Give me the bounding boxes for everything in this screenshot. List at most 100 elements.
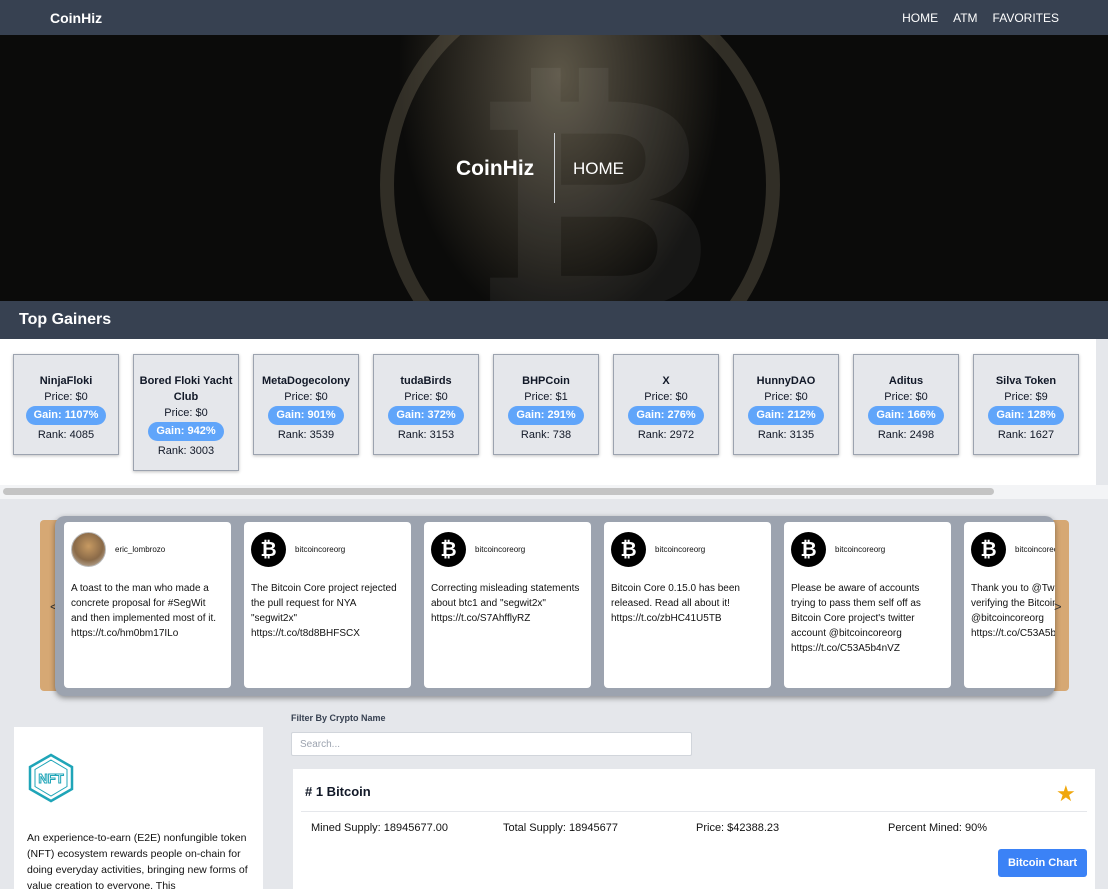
top-gainers-list[interactable]: NinjaFloki Price: $0 Gain: 1107% Rank: 4085… xyxy=(0,339,1096,485)
gainer-gain-wrap: Gain: 1107% xyxy=(17,405,115,427)
gainer-rank: Rank: 4085 xyxy=(37,429,95,441)
gainer-gain-wrap: Gain: 276% xyxy=(617,405,715,427)
gainer-price: Price: $0 xyxy=(764,391,808,403)
tweet-handle[interactable]: bitcoincoreorg xyxy=(475,542,525,557)
bitcoin-logo-icon: ₿ xyxy=(431,532,466,567)
gainer-name: NinjaFloki xyxy=(39,375,93,387)
gainer-gain-wrap: Gain: 372% xyxy=(377,405,475,427)
gainer-gain-wrap: Gain: 166% xyxy=(857,405,955,427)
tweet-handle[interactable]: eric_lombrozo xyxy=(115,542,165,557)
total-supply: Total Supply: 18945677 xyxy=(503,822,618,834)
user-avatar xyxy=(71,532,106,567)
tweet-handle[interactable]: bitcoincoreorg xyxy=(295,542,345,557)
gainer-rank: Rank: 1627 xyxy=(997,429,1055,441)
nft-logo-text: NFT xyxy=(38,771,63,786)
tweet-card[interactable]: ₿ bitcoincoreorg Thank you to @Twitter for… xyxy=(964,522,1055,688)
gainer-name: Aditus xyxy=(888,375,924,387)
tweet-card[interactable]: ₿ bitcoincoreorg The Bitcoin Core project … xyxy=(244,522,411,688)
gainer-price: Price: $9 xyxy=(1004,391,1048,403)
gainer-rank: Rank: 3539 xyxy=(277,429,335,441)
tweet-card[interactable]: ₿ bitcoincoreorg Please be aware of accoun… xyxy=(784,522,951,688)
tweet-text: The Bitcoin Core project rejected the pu… xyxy=(251,583,397,639)
nav-atm-link[interactable]: ATM xyxy=(953,11,977,25)
gainer-price: Price: $0 xyxy=(284,391,328,403)
coin-price: Price: $42388.23 xyxy=(696,822,780,834)
gainer-price: Price: $0 xyxy=(164,407,208,419)
gainer-rank: Rank: 3003 xyxy=(157,445,215,457)
gainer-card[interactable]: MetaDogecolony Price: $0 Gain: 901% Rank: 3… xyxy=(253,354,359,455)
percent-mined: Percent Mined: 90% xyxy=(888,822,988,834)
gainer-card[interactable]: tudaBirds Price: $0 Gain: 372% Rank: 3153 xyxy=(373,354,479,455)
tweet-text: Please be aware of accounts trying to pa… xyxy=(791,583,921,654)
gainer-rank: Rank: 738 xyxy=(520,429,572,441)
gainer-card[interactable]: Aditus Price: $0 Gain: 166% Rank: 2498 xyxy=(853,354,959,455)
gainer-card[interactable]: Bored Floki Yacht Club Price: $0 Gain: 942… xyxy=(133,354,239,471)
brand-link[interactable]: CoinHiz xyxy=(50,10,102,26)
nft-description: An experience-to-earn (E2E) nonfungible … xyxy=(27,832,248,889)
gainer-gain-badge: Gain: 942% xyxy=(148,422,224,441)
tweet-header: ₿ bitcoincoreorg xyxy=(431,532,584,567)
nft-info-card: NFT An experience-to-earn (E2E) nonfungi… xyxy=(14,727,263,889)
gainer-card[interactable]: NinjaFloki Price: $0 Gain: 1107% Rank: 4085 xyxy=(13,354,119,455)
hero-divider xyxy=(554,133,555,203)
gainer-name: MetaDogecolony xyxy=(261,375,350,387)
bitcoin-logo-icon: ₿ xyxy=(971,532,1006,567)
tweet-header: eric_lombrozo xyxy=(71,532,224,567)
bitcoin-logo-icon: ₿ xyxy=(251,532,286,567)
tweet-text: A toast to the man who made a concrete p… xyxy=(71,583,217,639)
gainer-name: BHPCoin xyxy=(522,375,570,387)
gainer-rank: Rank: 2498 xyxy=(877,429,935,441)
gainer-gain-badge: Gain: 166% xyxy=(868,406,944,425)
gainer-gain-wrap: Gain: 901% xyxy=(257,405,355,427)
nav-favorites-link[interactable]: FAVORITES xyxy=(993,11,1059,25)
carousel-next-arrow[interactable]: > xyxy=(1054,599,1062,614)
gainer-rank: Rank: 3135 xyxy=(757,429,815,441)
search-input[interactable] xyxy=(291,732,692,756)
coin-card-divider xyxy=(301,811,1087,812)
gainer-card[interactable]: Silva Token Price: $9 Gain: 128% Rank: 1627 xyxy=(973,354,1079,455)
tweet-text: Correcting misleading statements about b… xyxy=(431,583,580,624)
filter-label: Filter By Crypto Name xyxy=(291,713,386,723)
tweet-card[interactable]: ₿ bitcoincoreorg Correcting misleading sta… xyxy=(424,522,591,688)
gainer-price: Price: $0 xyxy=(404,391,448,403)
gainer-gain-badge: Gain: 291% xyxy=(508,406,584,425)
gainer-name: X xyxy=(662,375,670,387)
gainer-gain-wrap: Gain: 128% xyxy=(977,405,1075,427)
hero-title: CoinHiz xyxy=(456,157,535,180)
tweet-card[interactable]: ₿ bitcoincoreorg Bitcoin Core 0.15.0 has b… xyxy=(604,522,771,688)
coin-title: # 1 Bitcoin xyxy=(305,784,371,799)
scrollbar-thumb[interactable] xyxy=(3,488,994,495)
tweet-text: Bitcoin Core 0.15.0 has been released. R… xyxy=(611,583,740,624)
gainer-gain-wrap: Gain: 291% xyxy=(497,405,595,427)
gainer-card[interactable]: X Price: $0 Gain: 276% Rank: 2972 xyxy=(613,354,719,455)
gainer-gain-badge: Gain: 128% xyxy=(988,406,1064,425)
tweet-header: ₿ bitcoincoreorg xyxy=(971,532,1055,567)
gainer-gain-badge: Gain: 276% xyxy=(628,406,704,425)
gainer-rank: Rank: 2972 xyxy=(637,429,695,441)
nav-links: HOME ATM FAVORITES xyxy=(902,11,1059,25)
top-gainers-title: Top Gainers xyxy=(19,311,112,328)
mined-supply: Mined Supply: 18945677.00 xyxy=(311,822,448,834)
tweet-handle[interactable]: bitcoincoreorg xyxy=(1015,542,1055,557)
tweet-handle[interactable]: bitcoincoreorg xyxy=(835,542,885,557)
gainer-rank: Rank: 3153 xyxy=(397,429,455,441)
gainer-price: Price: $0 xyxy=(44,391,88,403)
bitcoin-logo-icon: ₿ xyxy=(611,532,646,567)
star-icon[interactable]: ★ xyxy=(1056,781,1076,807)
tweet-carousel[interactable]: eric_lombrozo A toast to the man who made… xyxy=(55,516,1055,696)
horizontal-scrollbar[interactable] xyxy=(0,485,1108,499)
tweet-card[interactable]: eric_lombrozo A toast to the man who made… xyxy=(64,522,231,688)
gainer-card[interactable]: BHPCoin Price: $1 Gain: 291% Rank: 738 xyxy=(493,354,599,455)
gainer-card[interactable]: HunnyDAO Price: $0 Gain: 212% Rank: 3135 xyxy=(733,354,839,455)
gainer-gain-badge: Gain: 1107% xyxy=(25,406,107,425)
gainer-name: tudaBirds xyxy=(400,375,452,387)
gainer-name: Silva Token xyxy=(995,375,1057,387)
coin-card: # 1 Bitcoin ★ Mined Supply: 18945677.00 … xyxy=(293,769,1095,889)
tweet-header: ₿ bitcoincoreorg xyxy=(611,532,764,567)
bitcoin-chart-button[interactable]: Bitcoin Chart xyxy=(998,849,1087,877)
nav-home-link[interactable]: HOME xyxy=(902,11,938,25)
nft-logo-icon: NFT xyxy=(28,753,74,803)
tweet-handle[interactable]: bitcoincoreorg xyxy=(655,542,705,557)
gainer-gain-wrap: Gain: 942% xyxy=(137,421,235,443)
tweet-text: Thank you to @Twitter for verifying the … xyxy=(971,583,1055,639)
